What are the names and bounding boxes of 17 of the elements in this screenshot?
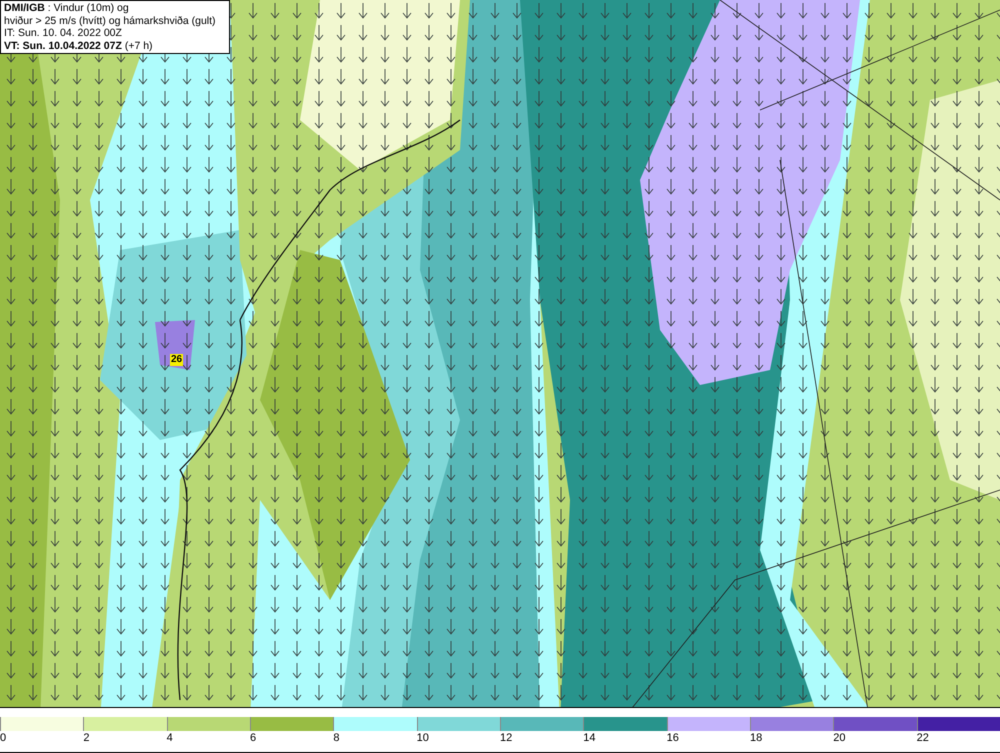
map-title-line: IT: Sun. 10. 04. 2022 00Z xyxy=(4,27,123,40)
max-gust-label: 26 xyxy=(170,354,184,366)
legend-label: 2 xyxy=(83,731,90,745)
legend-label: 14 xyxy=(583,731,596,745)
map-title-line: DMI/IGB : Vindur (10m) og xyxy=(4,2,130,14)
legend-label: 4 xyxy=(166,731,173,745)
legend-label: 6 xyxy=(250,731,256,745)
legend-label: 20 xyxy=(833,731,846,745)
legend-label: 8 xyxy=(333,731,340,745)
legend-label: 22 xyxy=(916,731,929,745)
legend-label: 10 xyxy=(416,731,429,745)
legend-label: 18 xyxy=(750,731,762,745)
map-title-line: VT: Sun. 10.04.2022 07Z (+7 h) xyxy=(4,40,154,52)
legend-label: 0 xyxy=(0,731,6,745)
map-title-line: hviður > 25 m/s (hvítt) og hámarkshviða (gult) xyxy=(4,14,217,27)
legend-label: 16 xyxy=(666,731,679,745)
legend-label: 12 xyxy=(500,731,512,745)
